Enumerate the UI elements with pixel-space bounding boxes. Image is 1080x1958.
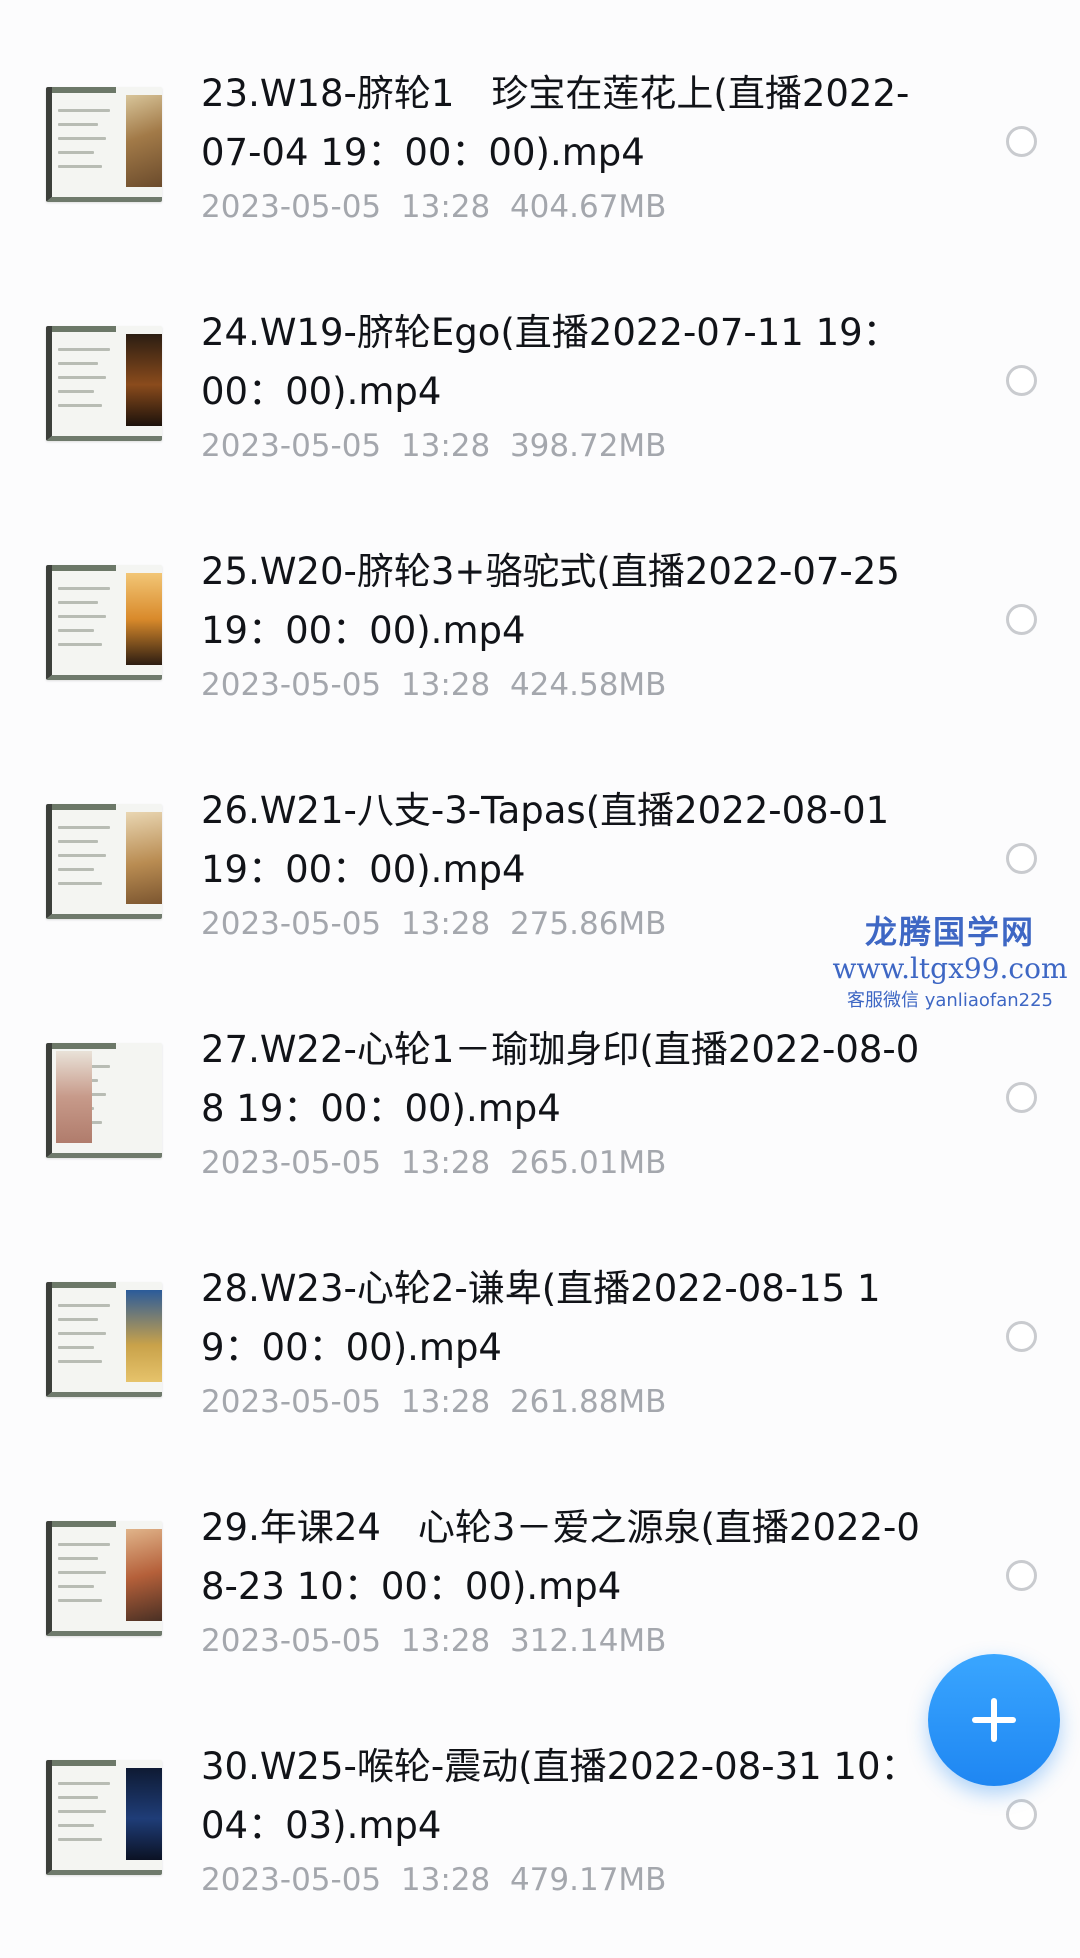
file-meta: 2023-05-05 13:28 275.86MB bbox=[201, 904, 666, 944]
radio-unchecked-icon[interactable] bbox=[1006, 604, 1037, 635]
file-name: 30.W25-喉轮-震动(直播2022-08-31 10：04：03).mp4 bbox=[201, 1745, 918, 1847]
file-time: 13:28 bbox=[400, 1623, 491, 1659]
file-item[interactable]: 30.W25-喉轮-震动(直播2022-08-31 10：04：03).mp4 … bbox=[0, 1700, 1080, 1939]
file-time: 13:28 bbox=[400, 428, 491, 464]
video-thumbnail[interactable] bbox=[46, 565, 162, 680]
file-size: 404.67MB bbox=[509, 189, 667, 225]
file-date: 2023-05-05 bbox=[201, 189, 382, 225]
file-meta: 2023-05-05 13:28 404.67MB bbox=[201, 187, 666, 227]
watermark-url: www.ltgx99.com bbox=[832, 952, 1068, 986]
file-date: 2023-05-05 bbox=[201, 1862, 382, 1898]
file-size: 275.86MB bbox=[509, 906, 667, 942]
video-thumbnail[interactable] bbox=[46, 1521, 162, 1636]
file-time: 13:28 bbox=[400, 667, 491, 703]
file-item[interactable]: 27.W22-心轮1－瑜珈身印(直播2022-08-08 19：00：00).m… bbox=[0, 983, 1080, 1222]
file-size: 265.01MB bbox=[509, 1145, 667, 1181]
file-item[interactable]: 23.W18-脐轮1 珍宝在莲花上(直播2022-07-04 19：00：00)… bbox=[0, 27, 1080, 266]
file-name: 25.W20-脐轮3+骆驼式(直播2022-07-25 19：00：00).mp… bbox=[201, 550, 912, 652]
video-thumbnail[interactable] bbox=[46, 1043, 162, 1158]
file-item[interactable]: 29.年课24 心轮3－爱之源泉(直播2022-08-23 10：00：00).… bbox=[0, 1461, 1080, 1700]
plus-icon bbox=[972, 1698, 1016, 1742]
file-name: 26.W21-八支-3-Tapas(直播2022-08-01 19：00：00)… bbox=[201, 789, 901, 891]
watermark-title: 龙腾国学网 bbox=[864, 913, 1035, 951]
file-item[interactable]: 24.W19-脐轮Ego(直播2022-07-11 19：00：00).mp4 … bbox=[0, 266, 1080, 505]
video-thumbnail[interactable] bbox=[46, 804, 162, 919]
file-date: 2023-05-05 bbox=[201, 428, 382, 464]
file-meta: 2023-05-05 13:28 398.72MB bbox=[201, 426, 666, 466]
file-item[interactable]: 28.W23-心轮2-谦卑(直播2022-08-15 19：00：00).mp4… bbox=[0, 1222, 1080, 1461]
file-name: 24.W19-脐轮Ego(直播2022-07-11 19：00：00).mp4 bbox=[201, 311, 900, 413]
file-time: 13:28 bbox=[400, 1384, 491, 1420]
file-time: 13:28 bbox=[400, 1145, 491, 1181]
file-meta: 2023-05-05 13:28 424.58MB bbox=[201, 665, 666, 705]
file-time: 13:28 bbox=[400, 189, 491, 225]
video-thumbnail[interactable] bbox=[46, 1760, 162, 1875]
file-size: 398.72MB bbox=[509, 428, 667, 464]
watermark-contact: 客服微信 yanliaofan225 bbox=[847, 989, 1053, 1011]
file-time: 13:28 bbox=[400, 906, 491, 942]
add-button[interactable] bbox=[928, 1654, 1060, 1786]
file-item[interactable]: 25.W20-脐轮3+骆驼式(直播2022-07-25 19：00：00).mp… bbox=[0, 505, 1080, 744]
video-thumbnail[interactable] bbox=[46, 1282, 162, 1397]
radio-unchecked-icon[interactable] bbox=[1006, 1321, 1037, 1352]
file-size: 312.14MB bbox=[509, 1623, 667, 1659]
radio-unchecked-icon[interactable] bbox=[1006, 365, 1037, 396]
radio-unchecked-icon[interactable] bbox=[1006, 126, 1037, 157]
file-date: 2023-05-05 bbox=[201, 1384, 382, 1420]
file-name: 27.W22-心轮1－瑜珈身印(直播2022-08-08 19：00：00).m… bbox=[201, 1028, 920, 1130]
file-name: 28.W23-心轮2-谦卑(直播2022-08-15 19：00：00).mp4 bbox=[201, 1267, 881, 1369]
file-name: 23.W18-脐轮1 珍宝在莲花上(直播2022-07-04 19：00：00)… bbox=[201, 72, 910, 174]
radio-unchecked-icon[interactable] bbox=[1006, 1560, 1037, 1591]
file-name: 29.年课24 心轮3－爱之源泉(直播2022-08-23 10：00：00).… bbox=[201, 1506, 920, 1608]
video-thumbnail[interactable] bbox=[46, 87, 162, 202]
file-meta: 2023-05-05 13:28 261.88MB bbox=[201, 1382, 666, 1422]
file-date: 2023-05-05 bbox=[201, 1145, 382, 1181]
radio-unchecked-icon[interactable] bbox=[1006, 1799, 1037, 1830]
video-thumbnail[interactable] bbox=[46, 326, 162, 441]
file-date: 2023-05-05 bbox=[201, 667, 382, 703]
watermark: 龙腾国学网 www.ltgx99.com 客服微信 yanliaofan225 bbox=[820, 913, 1080, 1011]
file-size: 261.88MB bbox=[509, 1384, 667, 1420]
file-date: 2023-05-05 bbox=[201, 1623, 382, 1659]
file-meta: 2023-05-05 13:28 265.01MB bbox=[201, 1143, 666, 1183]
file-date: 2023-05-05 bbox=[201, 906, 382, 942]
file-time: 13:28 bbox=[400, 1862, 491, 1898]
file-size: 424.58MB bbox=[509, 667, 667, 703]
file-meta: 2023-05-05 13:28 479.17MB bbox=[201, 1860, 666, 1900]
file-size: 479.17MB bbox=[509, 1862, 667, 1898]
radio-unchecked-icon[interactable] bbox=[1006, 1082, 1037, 1113]
file-meta: 2023-05-05 13:28 312.14MB bbox=[201, 1621, 666, 1661]
radio-unchecked-icon[interactable] bbox=[1006, 843, 1037, 874]
